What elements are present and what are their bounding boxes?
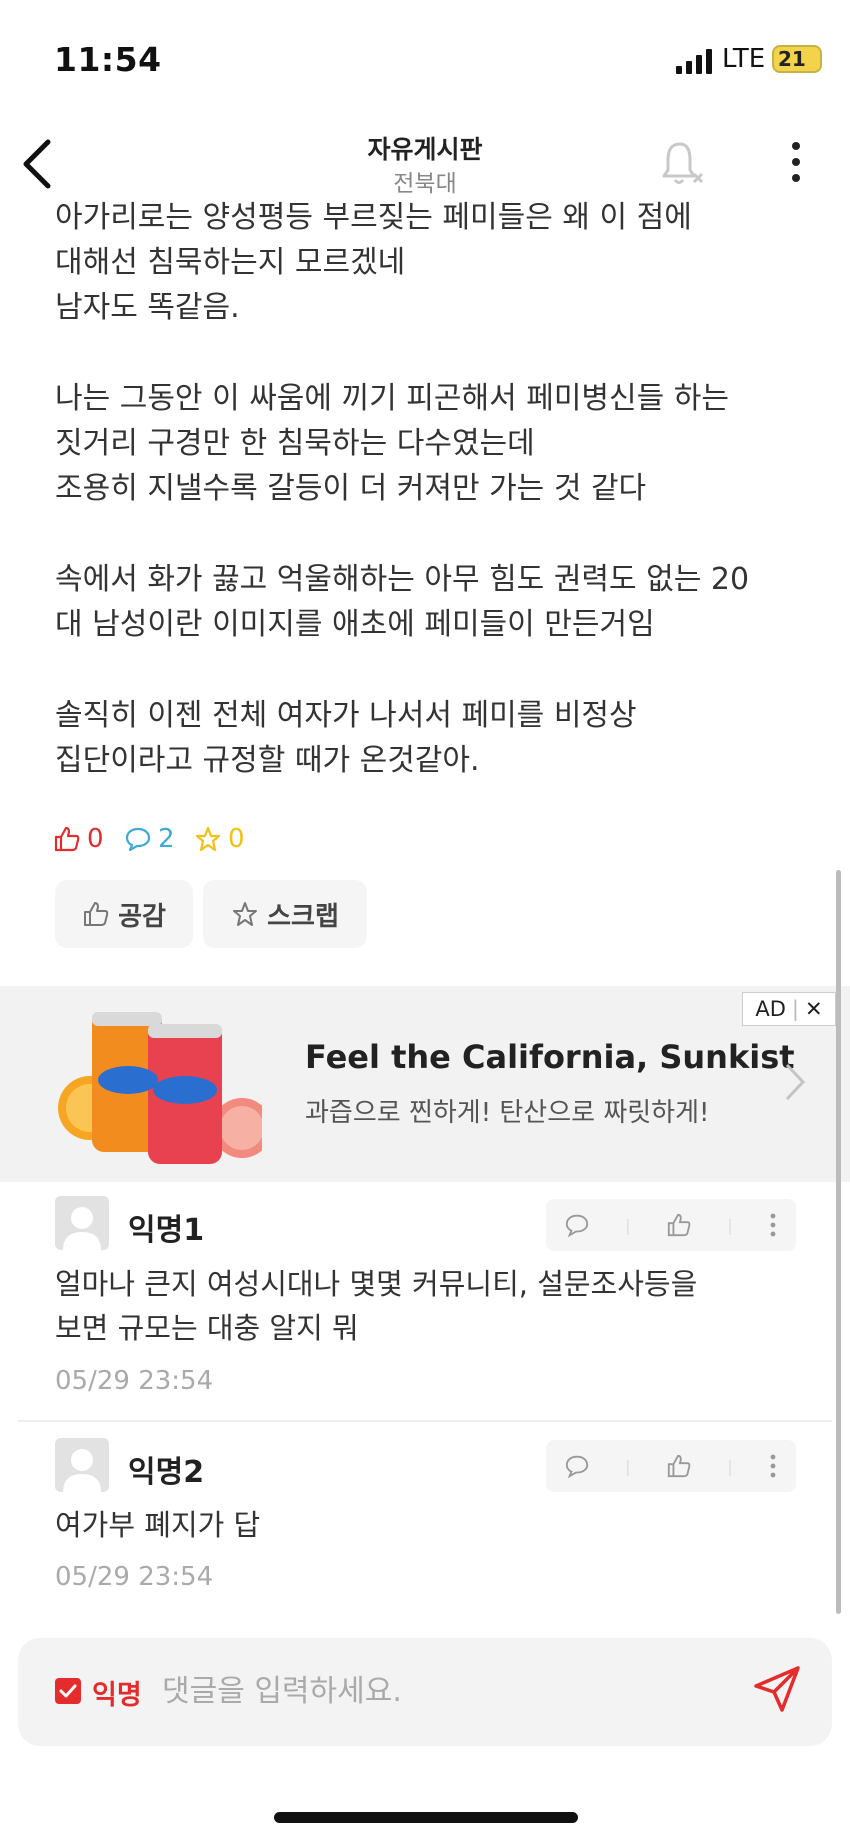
- post-body-line: 속에서 화가 끓고 억울해하는 아무 힘도 권력도 없는 20: [55, 562, 750, 597]
- signal-icon: [676, 49, 712, 74]
- chevron-right-icon[interactable]: [784, 1062, 806, 1102]
- comment-text: 여가부 폐지가 답: [55, 1508, 261, 1542]
- thumbs-up-icon[interactable]: [666, 1212, 692, 1238]
- thumbs-up-icon: [54, 826, 80, 852]
- like-count-value: 0: [87, 824, 104, 854]
- star-icon: [195, 826, 221, 852]
- check-icon: [59, 1684, 77, 1698]
- scrap-button-label: 스크랩: [267, 901, 339, 932]
- star-icon: [233, 902, 258, 926]
- like-count: 0: [53, 824, 104, 854]
- comment-input[interactable]: [162, 1666, 722, 1716]
- post-body-line: 짓거리 구경만 한 침묵하는 다수였는데: [55, 426, 535, 461]
- comment-time: 05/29 23:54: [55, 1366, 214, 1396]
- comment-count: 2: [124, 824, 175, 854]
- network-label: LTE: [722, 44, 766, 74]
- status-time: 11:54: [54, 40, 162, 79]
- thumbs-up-icon[interactable]: [666, 1453, 692, 1479]
- notification-off-icon[interactable]: [660, 138, 706, 188]
- separator: |: [727, 1215, 733, 1235]
- separator: |: [727, 1456, 733, 1476]
- board-subtitle: 전북대: [393, 171, 457, 197]
- post-body-line: 아가리로는 양성평등 부르짖는 페미들은 왜 이 점에: [55, 200, 692, 235]
- post-body-line: 대해선 침묵하는지 모르겠네: [55, 245, 406, 280]
- more-icon[interactable]: [784, 140, 808, 184]
- post-body-line: 집단이라고 규정할 때가 온것같아.: [55, 743, 480, 778]
- ad-product-image: [58, 1012, 262, 1164]
- ad-title[interactable]: Feel the California, Sunkist: [305, 1038, 795, 1076]
- comment-actions: | |: [546, 1440, 796, 1492]
- home-indicator: [274, 1812, 578, 1823]
- send-icon[interactable]: [752, 1664, 802, 1714]
- board-title: 자유게시판: [367, 135, 483, 164]
- scrollbar[interactable]: [836, 870, 841, 1614]
- ad-label: AD: [755, 997, 786, 1021]
- comment-actions: | |: [546, 1199, 796, 1251]
- anonymous-checkbox[interactable]: [55, 1678, 81, 1704]
- comment-text: 보면 규모는 대충 알지 뭐: [55, 1311, 359, 1345]
- close-icon[interactable]: ✕: [805, 997, 823, 1021]
- reply-icon[interactable]: [564, 1453, 590, 1479]
- comment-count-value: 2: [158, 824, 175, 854]
- anonymous-label[interactable]: 익명: [92, 1673, 142, 1712]
- post-body-line: 남자도 똑같음.: [55, 290, 240, 325]
- post-body-line: 대 남성이란 이미지를 애초에 페미들이 만든거임: [55, 607, 655, 642]
- ad-separator: |: [791, 997, 799, 1021]
- like-button-label: 공감: [118, 901, 166, 932]
- more-icon[interactable]: [768, 1212, 778, 1238]
- more-icon[interactable]: [768, 1453, 778, 1479]
- separator: |: [625, 1456, 631, 1476]
- avatar: [55, 1196, 109, 1250]
- comment-text: 얼마나 큰지 여성시대나 몇몇 커뮤니티, 설문조사등을: [55, 1267, 698, 1301]
- comment-author: 익명1: [128, 1213, 205, 1248]
- scrap-button[interactable]: 스크랩: [203, 880, 367, 948]
- thumbs-up-icon: [84, 902, 109, 926]
- like-button[interactable]: 공감: [55, 880, 193, 948]
- battery-icon: 21: [772, 45, 822, 73]
- avatar: [55, 1438, 109, 1492]
- post-body-line: 나는 그동안 이 싸움에 끼기 피곤해서 페미병신들 하는: [55, 381, 729, 416]
- scrap-count: 0: [194, 824, 245, 854]
- user-icon: [55, 1196, 109, 1250]
- user-icon: [55, 1438, 109, 1492]
- post-body-line: 조용히 지낼수록 갈등이 더 커져만 가는 것 같다: [55, 471, 647, 506]
- comment-author: 익명2: [128, 1455, 205, 1490]
- post-body-line: 솔직히 이젠 전체 여자가 나서서 페미를 비정상: [55, 698, 637, 733]
- separator: |: [625, 1215, 631, 1235]
- battery-level: 21: [778, 47, 806, 71]
- reply-icon[interactable]: [564, 1212, 590, 1238]
- ad-subtitle[interactable]: 과즙으로 찐하게! 탄산으로 짜릿하게!: [305, 1092, 709, 1129]
- comment-icon: [125, 827, 151, 852]
- ad-badge[interactable]: AD | ✕: [742, 992, 836, 1026]
- scrap-count-value: 0: [228, 824, 245, 854]
- divider: [18, 1420, 832, 1422]
- comment-time: 05/29 23:54: [55, 1562, 214, 1592]
